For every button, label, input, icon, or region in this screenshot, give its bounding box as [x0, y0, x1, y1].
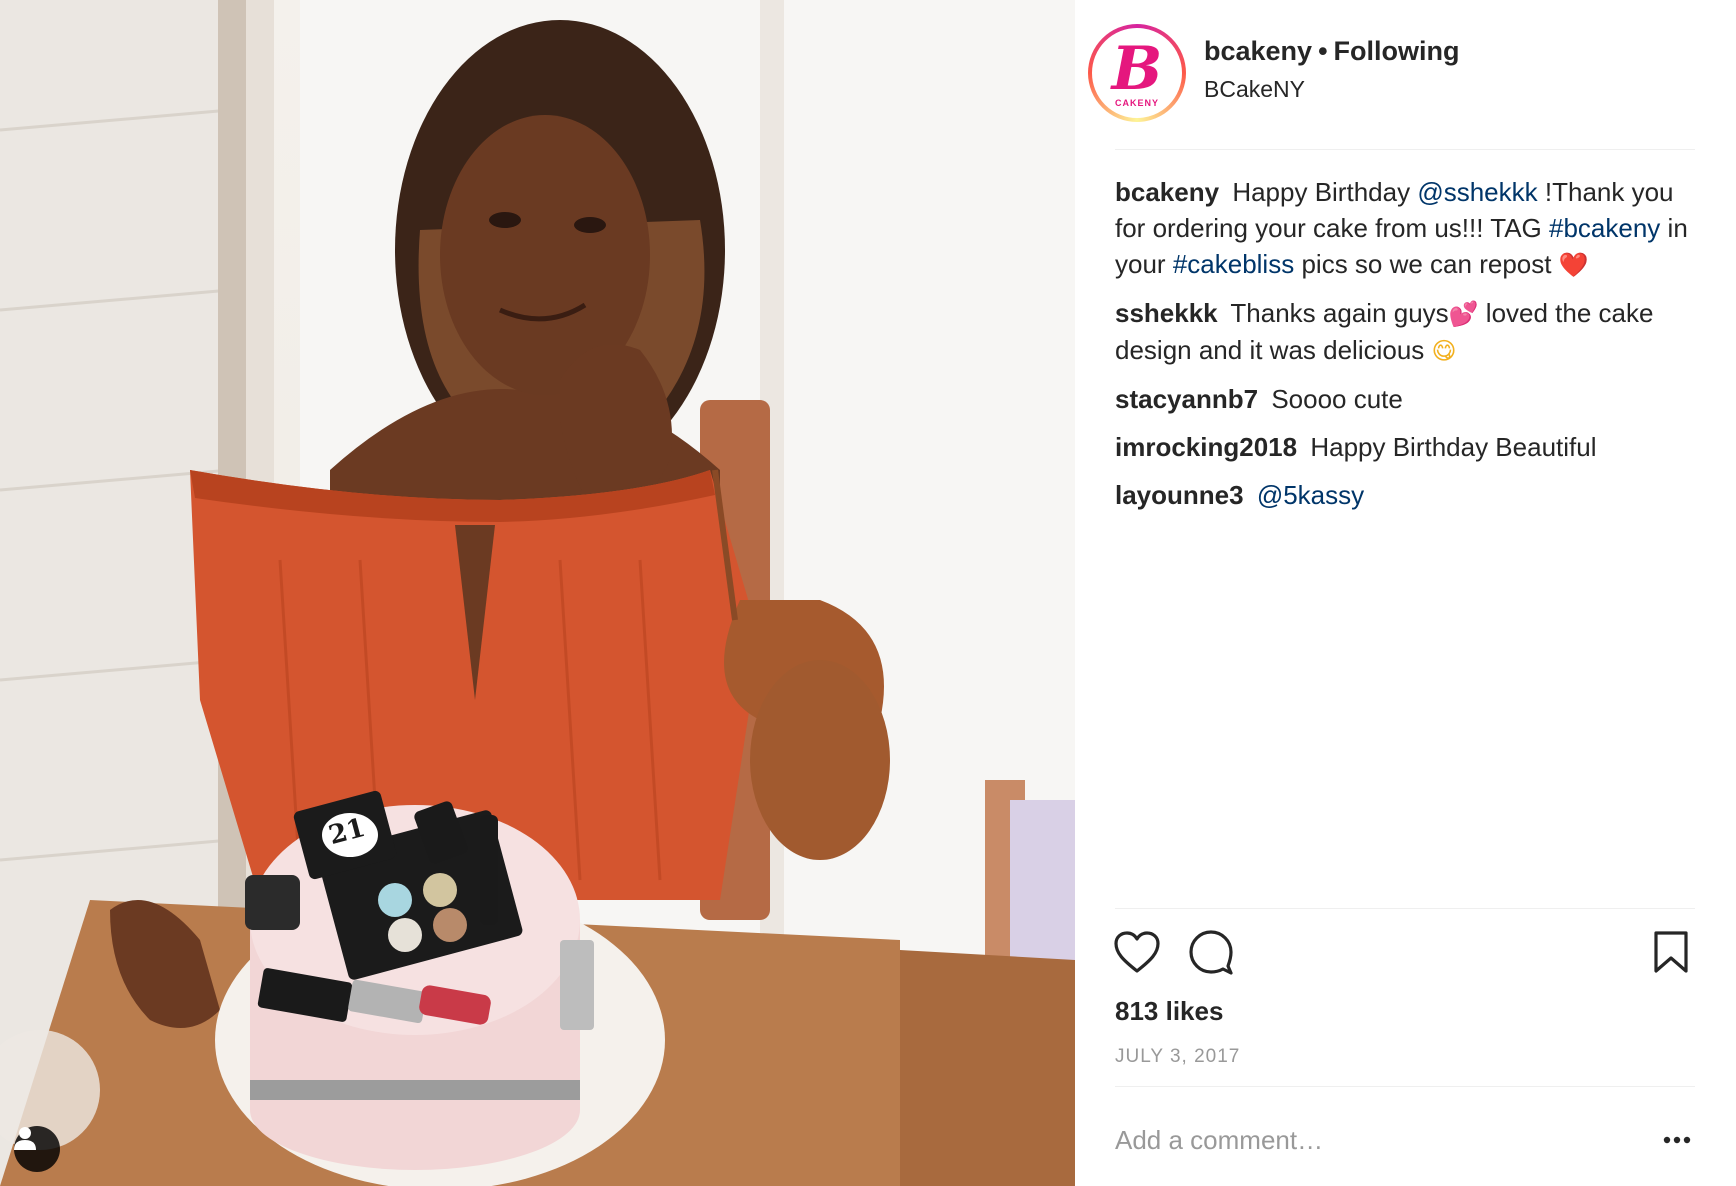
divider	[1115, 1086, 1695, 1087]
caption: bcakeny Happy Birthday @sshekkk !Thank y…	[1115, 174, 1695, 283]
heart-emoji: ❤️	[1558, 251, 1589, 279]
post-photo-illustration	[0, 0, 1075, 1186]
post-header: B CAKENY bcakeny • Following BCakeNY	[1088, 22, 1695, 150]
post-date[interactable]: JULY 3, 2017	[1115, 1046, 1240, 1068]
yum-emoji: 😋	[1431, 337, 1457, 365]
display-name: BCakeNY	[1204, 76, 1305, 102]
comment-text: Happy Birthday Beautiful	[1310, 432, 1597, 462]
person-icon	[14, 1127, 36, 1150]
comment-author[interactable]: stacyannb7	[1115, 384, 1258, 414]
caption-hashtag[interactable]: #cakebliss	[1173, 249, 1294, 279]
bookmark-icon	[1654, 931, 1688, 973]
comment-author[interactable]: imrocking2018	[1115, 432, 1297, 462]
comment-bubble-icon	[1189, 930, 1233, 975]
likes-count[interactable]: 813 likes	[1115, 996, 1223, 1027]
comment-author[interactable]: sshekkk	[1115, 298, 1218, 328]
post-photo[interactable]: 21	[0, 0, 1075, 1186]
caption-text: Happy Birthday	[1232, 177, 1411, 207]
comment-text: Thanks again guys	[1230, 298, 1449, 328]
comment-item: layounne3 @5kassy	[1115, 477, 1695, 513]
user-tag-icon[interactable]	[14, 1126, 60, 1172]
avatar-logo-text: CAKENY	[1114, 98, 1159, 108]
username-line: bcakeny • Following	[1204, 36, 1460, 67]
comment-text: Soooo cute	[1271, 384, 1403, 414]
avatar-logo-letter: B	[1111, 34, 1163, 104]
separator-dot: •	[1318, 36, 1328, 66]
hearts-emoji: 💕	[1448, 300, 1479, 328]
save-button[interactable]	[1645, 926, 1697, 978]
comments-list: bcakeny Happy Birthday @sshekkk !Thank y…	[1115, 174, 1695, 525]
add-comment-input[interactable]	[1115, 1115, 1635, 1165]
post-actions	[1114, 926, 1697, 982]
username-link[interactable]: bcakeny	[1204, 36, 1312, 66]
more-options-button[interactable]	[1655, 1120, 1699, 1160]
heart-icon	[1114, 931, 1160, 973]
divider	[1115, 908, 1695, 909]
caption-author[interactable]: bcakeny	[1115, 177, 1219, 207]
more-options-icon	[1663, 1136, 1691, 1144]
caption-hashtag[interactable]: #bcakeny	[1549, 213, 1660, 243]
comment-mention[interactable]: @5kassy	[1257, 480, 1364, 510]
bcakeny-logo-icon: B CAKENY	[1096, 32, 1178, 114]
like-button[interactable]	[1111, 926, 1163, 978]
caption-mention[interactable]: @sshekkk	[1417, 177, 1537, 207]
comment-item: sshekkk Thanks again guys💕 loved the cak…	[1115, 295, 1695, 369]
comment-item: stacyannb7 Soooo cute	[1115, 381, 1695, 417]
comment-author[interactable]: layounne3	[1115, 480, 1244, 510]
comment-item: imrocking2018 Happy Birthday Beautiful	[1115, 429, 1695, 465]
post-side-panel: B CAKENY bcakeny • Following BCakeNY bcake…	[1075, 0, 1736, 1186]
follow-button[interactable]: Following	[1334, 36, 1460, 66]
comment-button[interactable]	[1185, 926, 1237, 978]
avatar[interactable]: B CAKENY	[1088, 24, 1186, 122]
caption-text: pics so we can repost	[1301, 249, 1552, 279]
